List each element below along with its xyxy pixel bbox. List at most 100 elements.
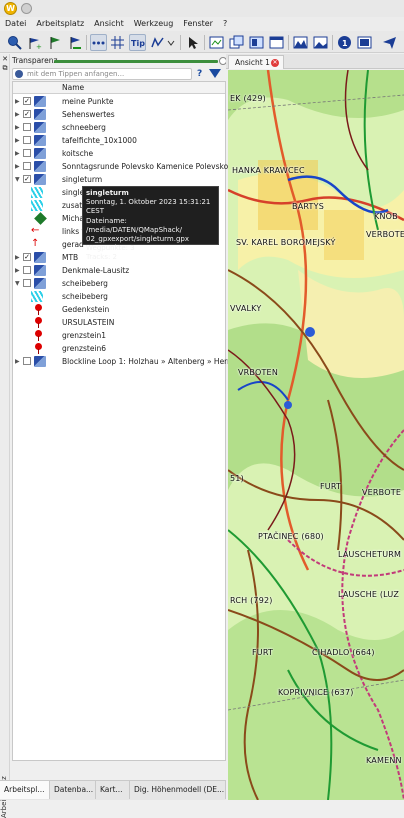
map-window-icon[interactable] [268, 34, 285, 51]
search-zoom-icon[interactable] [6, 34, 23, 51]
chevron-right-icon[interactable]: ▶ [15, 111, 20, 118]
tree-header: Name [13, 82, 225, 94]
chevron-right-icon[interactable]: ▶ [15, 163, 20, 170]
menu-arbeitsplatz[interactable]: Arbeitsplatz [31, 17, 89, 31]
dock-float-icon[interactable]: ⧉ [1, 64, 9, 72]
tree-item-ursulastein[interactable]: URSULASTEIN [13, 316, 225, 329]
tree-item-grenzstein6[interactable]: grenzstein6 [13, 342, 225, 355]
menu-datei[interactable]: Datei [0, 17, 31, 31]
add-waypoint-icon[interactable]: + [26, 34, 43, 51]
tip-icon[interactable]: Tip [129, 34, 146, 51]
tree-row-schneeberg[interactable]: ▶ schneeberg [13, 121, 225, 134]
row-label: scheibeberg [62, 292, 108, 301]
tooltip-line: 02_gpxexport/singleturm.gpx [86, 235, 189, 244]
tree-item-gedenkstein[interactable]: Gedenkstein [13, 303, 225, 316]
ruler-flag-icon[interactable] [66, 34, 83, 51]
tree-row-sonntagsrunde[interactable]: ▶ Sonntagsrunde Polevsko Kamenice Polevs… [13, 160, 228, 173]
workspace-icon[interactable] [356, 34, 373, 51]
tab-ansicht-1[interactable]: Ansicht 1 ✕ [228, 55, 284, 69]
row-checkbox[interactable]: ✓ [23, 110, 31, 118]
row-label: tafelfichte_10x1000 [62, 136, 137, 145]
row-checkbox[interactable] [23, 266, 31, 274]
help-icon[interactable]: ? [197, 68, 202, 80]
tree-row-koitsche[interactable]: ▶ koitsche [13, 147, 225, 160]
funnel-icon[interactable] [209, 69, 221, 78]
track-icon [31, 291, 43, 302]
menu-ansicht[interactable]: Ansicht [89, 17, 129, 31]
landscape-dark-icon[interactable] [292, 34, 309, 51]
column-header-name[interactable]: Name [62, 83, 84, 92]
send-icon[interactable] [381, 34, 398, 51]
dock-close-icon[interactable]: ✕ [1, 55, 9, 63]
tab-datenbank[interactable]: Datenba... [50, 781, 96, 799]
tree-item-grenzstein1[interactable]: grenzstein1 [13, 329, 225, 342]
svg-text:1: 1 [342, 39, 348, 48]
map-pane-icon[interactable] [248, 34, 265, 51]
menu-fenster[interactable]: Fenster [178, 17, 218, 31]
tooltip-line: Tracks: 2 [86, 253, 118, 262]
chevron-right-icon[interactable]: ▶ [15, 137, 20, 144]
row-checkbox[interactable]: ✓ [23, 97, 31, 105]
tree-row-denkmale-lausitz[interactable]: ▶ Denkmale-Lausitz [13, 264, 225, 277]
chevron-right-icon[interactable]: ▶ [15, 267, 20, 274]
chevron-right-icon[interactable]: ▶ [15, 124, 20, 131]
workspace-tree[interactable]: Name ▶ ✓ meine Punkte ▶ ✓ Sehenswertes ▶… [12, 81, 246, 761]
tree-item-scheibeberg-track[interactable]: scheibeberg [13, 290, 225, 303]
tree-row-blockline[interactable]: ▶ Blockline Loop 1: Holzhau » Altenberg … [13, 355, 246, 368]
row-checkbox[interactable] [23, 162, 31, 170]
row-checkbox[interactable] [23, 357, 31, 365]
map-label: HANKA KRAWCEC [232, 166, 305, 175]
grid-icon[interactable] [109, 34, 126, 51]
cursor-icon[interactable] [184, 34, 201, 51]
dots-icon[interactable] [90, 34, 107, 51]
clock-1-icon[interactable]: 1 [336, 34, 353, 51]
menu-help[interactable]: ? [218, 17, 232, 31]
close-icon[interactable]: ✕ [271, 59, 279, 67]
window-menu-button[interactable] [21, 3, 32, 14]
map-label: 51) [230, 474, 244, 483]
map-setup-icon[interactable] [208, 34, 225, 51]
row-label: Denkmale-Lausitz [62, 266, 130, 275]
tree-row-tafelfichte[interactable]: ▶ tafelfichte_10x1000 [13, 134, 225, 147]
map-canvas[interactable]: EK (429) HANKA KRAWCEC BARTYS KNOB VERBO… [228, 70, 404, 800]
row-checkbox[interactable]: ✓ [23, 253, 31, 261]
row-checkbox[interactable] [23, 279, 31, 287]
row-label: schneeberg [62, 123, 106, 132]
project-flag-icon [34, 356, 46, 367]
tab-karten[interactable]: Kart... [96, 781, 130, 799]
chevron-down-icon[interactable]: ▼ [15, 176, 20, 183]
tree-row-meine-punkte[interactable]: ▶ ✓ meine Punkte [13, 95, 225, 108]
filter-input[interactable]: mit dem Tippen anfangen... [12, 68, 192, 80]
row-checkbox[interactable]: ✓ [23, 175, 31, 183]
menu-werkzeug[interactable]: Werkzeug [129, 17, 179, 31]
row-label: MTB [62, 253, 79, 262]
tree-row-singleturm[interactable]: ▼ ✓ singleturm [13, 173, 225, 186]
project-flag-icon [34, 252, 46, 263]
tab-dem[interactable]: Dig. Höhenmodell (DE... [130, 781, 226, 799]
tab-arbeitsplatz[interactable]: Arbeitspl... [0, 781, 50, 799]
map-label: BARTYS [292, 202, 324, 211]
transparency-slider[interactable] [54, 60, 218, 63]
copy-view-icon[interactable] [228, 34, 245, 51]
chevron-down-icon[interactable]: ▼ [15, 280, 20, 287]
project-flag-icon [34, 278, 46, 289]
row-label: URSULASTEIN [62, 318, 115, 327]
red-pin-icon [35, 317, 42, 328]
map-label: LAUSCHETURM [338, 550, 402, 559]
profile-icon[interactable] [149, 34, 166, 51]
tree-row-sehenswertes[interactable]: ▶ ✓ Sehenswertes [13, 108, 225, 121]
chevron-right-icon[interactable]: ▶ [15, 150, 20, 157]
row-checkbox[interactable] [23, 149, 31, 157]
chevron-right-icon[interactable]: ▶ [15, 98, 20, 105]
view-tabbar: Ansicht 1 ✕ [226, 54, 404, 69]
row-checkbox[interactable] [23, 123, 31, 131]
landscape-icon[interactable] [312, 34, 329, 51]
row-checkbox[interactable] [23, 136, 31, 144]
tree-row-scheibeberg[interactable]: ▼ scheibeberg [13, 277, 225, 290]
chevron-right-icon[interactable]: ▶ [15, 358, 20, 365]
flag-icon[interactable] [46, 34, 63, 51]
chevron-down-icon[interactable] [166, 34, 176, 51]
project-flag-icon [34, 96, 46, 107]
chevron-right-icon[interactable]: ▶ [15, 254, 20, 261]
main-toolbar: + Tip 1 [0, 31, 404, 53]
